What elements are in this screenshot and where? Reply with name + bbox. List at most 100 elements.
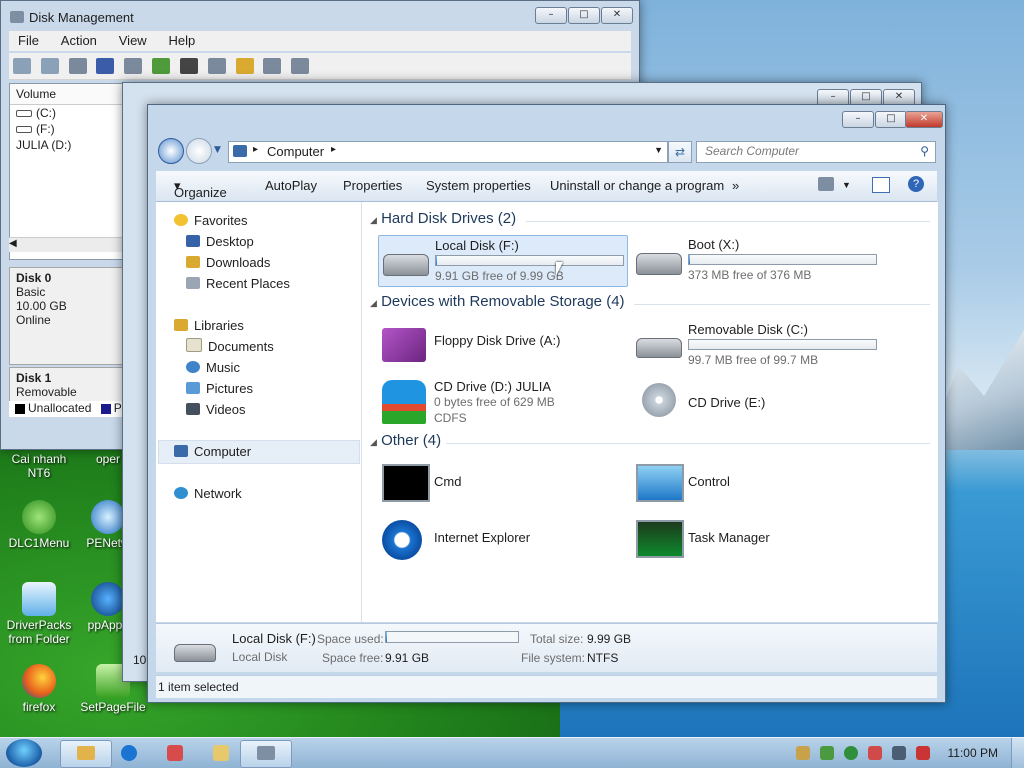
menu-help[interactable]: Help (160, 31, 205, 50)
group-hard-disk-drives[interactable]: ◢ Hard Disk Drives (2) (370, 210, 516, 227)
nav-computer[interactable]: Computer (174, 443, 251, 461)
volume-row[interactable]: (C:) (10, 105, 128, 121)
nav-videos[interactable]: Videos (186, 401, 246, 419)
desktop-icon-cai-nhanh[interactable]: Cai nhanh NT6 (0, 452, 78, 480)
menu-view[interactable]: View (110, 31, 156, 50)
nav-recent-places[interactable]: Recent Places (186, 275, 290, 293)
item-label: Task Manager (688, 530, 770, 545)
volume-column-header[interactable]: Volume (10, 84, 128, 105)
nav-desktop[interactable]: Desktop (186, 233, 254, 251)
desktop-icon-driverpacks[interactable]: DriverPacks from Folder (0, 582, 78, 646)
forward-arrow-icon[interactable] (40, 58, 59, 74)
more-commands-button[interactable]: » (732, 178, 739, 193)
group-other[interactable]: ◢ Other (4) (370, 432, 441, 449)
view-options-icon[interactable] (818, 177, 834, 191)
tray-play-icon[interactable] (844, 746, 858, 760)
view-dropdown-icon[interactable]: ▼ (842, 180, 851, 190)
item-internet-explorer[interactable]: Internet Explorer (378, 516, 626, 566)
properties-icon[interactable] (207, 58, 226, 74)
disk-name: Disk 1 (16, 371, 52, 385)
group-removable-storage[interactable]: ◢ Devices with Removable Storage (4) (370, 293, 625, 310)
cd-drive-icon (642, 383, 676, 417)
drive-removable-c[interactable]: Removable Disk (C:) 99.7 MB free of 99.7… (632, 320, 892, 370)
help-icon[interactable]: ? (908, 176, 924, 192)
uninstall-program-button[interactable]: Uninstall or change a program (550, 178, 724, 193)
drive-floppy-a[interactable]: Floppy Disk Drive (A:) (378, 320, 626, 370)
forward-button[interactable] (186, 138, 212, 164)
taskbar-internet-explorer[interactable] (104, 740, 154, 766)
nav-pictures[interactable]: Pictures (186, 380, 253, 398)
taskbar-media[interactable] (150, 740, 200, 766)
item-task-manager[interactable]: Task Manager (632, 516, 892, 566)
console-tree-icon[interactable] (68, 58, 87, 74)
tray-display-icon[interactable] (892, 746, 906, 760)
search-icon[interactable] (263, 58, 282, 74)
back-arrow-icon[interactable] (13, 58, 31, 74)
volume-label: (F:) (36, 122, 55, 136)
search-icon[interactable]: ⚲ (920, 144, 929, 158)
back-button[interactable] (158, 138, 184, 164)
nav-documents[interactable]: Documents (186, 338, 274, 356)
recent-pages-chevron-icon[interactable]: ▼ (214, 145, 221, 155)
horizontal-scrollbar[interactable]: ◀ (9, 237, 127, 252)
nav-libraries[interactable]: Libraries (174, 317, 244, 335)
help-icon[interactable] (96, 58, 115, 74)
desktop-icon-firefox[interactable]: firefox (0, 664, 78, 714)
disk-0-panel[interactable]: Disk 0 Basic 10.00 GB Online (9, 267, 131, 365)
drive-boot-x[interactable]: Boot (X:) 373 MB free of 376 MB (632, 235, 892, 285)
drive-cd-e[interactable]: CD Drive (E:) (632, 377, 892, 429)
minimize-button[interactable]: – (842, 111, 874, 128)
start-button[interactable] (6, 739, 42, 767)
preview-pane-icon[interactable] (872, 177, 890, 193)
close-button[interactable]: ✕ (905, 111, 943, 128)
disk-1-panel[interactable]: Disk 1 Removable (9, 367, 131, 405)
address-bar[interactable]: ▸ Computer ▸ ▼ (228, 141, 668, 163)
refresh-icon[interactable] (152, 58, 171, 74)
explorer-window[interactable]: – □ ✕ ▼ ▸ Computer ▸ ▼ ⇄ Search Computer… (147, 104, 946, 703)
volume-row[interactable]: (F:) (10, 121, 128, 137)
removable-drive-icon (636, 338, 682, 358)
tray-volume-muted-icon[interactable] (916, 746, 930, 760)
minimize-button[interactable]: – (535, 7, 567, 24)
nav-downloads[interactable]: Downloads (186, 254, 270, 272)
nav-music[interactable]: Music (186, 359, 240, 377)
disk-type: Removable (16, 385, 77, 399)
nav-network[interactable]: Network (174, 485, 242, 503)
tray-app-icon[interactable] (868, 746, 882, 760)
taskbar-pin[interactable] (196, 740, 246, 766)
delete-icon[interactable] (179, 58, 198, 74)
drive-cd-d[interactable]: CD Drive (D:) JULIA 0 bytes free of 629 … (378, 377, 626, 429)
properties-button[interactable]: Properties (343, 178, 402, 193)
maximize-button[interactable]: □ (568, 7, 600, 24)
total-size-value: 9.99 GB (587, 632, 632, 646)
show-hide-icon[interactable] (124, 58, 143, 74)
organize-button[interactable]: Organize ▾ (174, 178, 227, 200)
close-button[interactable]: ✕ (601, 7, 633, 24)
system-properties-button[interactable]: System properties (426, 178, 531, 193)
search-input[interactable]: Search Computer ⚲ (696, 141, 936, 163)
menu-action[interactable]: Action (52, 31, 106, 50)
pin-icon (213, 745, 229, 761)
tray-security-icon[interactable] (820, 746, 834, 760)
refresh-button[interactable]: ⇄ (668, 141, 692, 163)
tray-network-icon[interactable] (796, 746, 810, 760)
taskbar-disk-management[interactable] (240, 740, 292, 768)
address-dropdown-icon[interactable]: ▼ (654, 145, 663, 155)
clock[interactable]: 11:00 PM (948, 746, 998, 760)
drive-free-space: 99.7 MB free of 99.7 MB (688, 353, 819, 367)
settings-icon[interactable] (291, 58, 310, 74)
item-control[interactable]: Control (632, 460, 892, 510)
desktop-icon-dlc1menu[interactable]: DLC1Menu (0, 500, 78, 550)
drive-name: Floppy Disk Drive (A:) (434, 333, 561, 348)
volume-row[interactable]: JULIA (D:) (10, 137, 128, 153)
show-desktop-button[interactable] (1011, 738, 1024, 768)
nav-favorites[interactable]: Favorites (174, 212, 247, 230)
item-cmd[interactable]: Cmd (378, 460, 626, 510)
maximize-button[interactable]: □ (875, 111, 907, 128)
drive-local-disk-f[interactable]: Local Disk (F:) 9.91 GB free of 9.99 GB (378, 235, 628, 287)
autoplay-button[interactable]: AutoPlay (265, 178, 317, 193)
mouse-cursor-icon (556, 262, 563, 276)
menu-file[interactable]: File (9, 31, 48, 50)
open-folder-icon[interactable] (235, 58, 254, 74)
breadcrumb-computer[interactable]: Computer (267, 144, 324, 159)
